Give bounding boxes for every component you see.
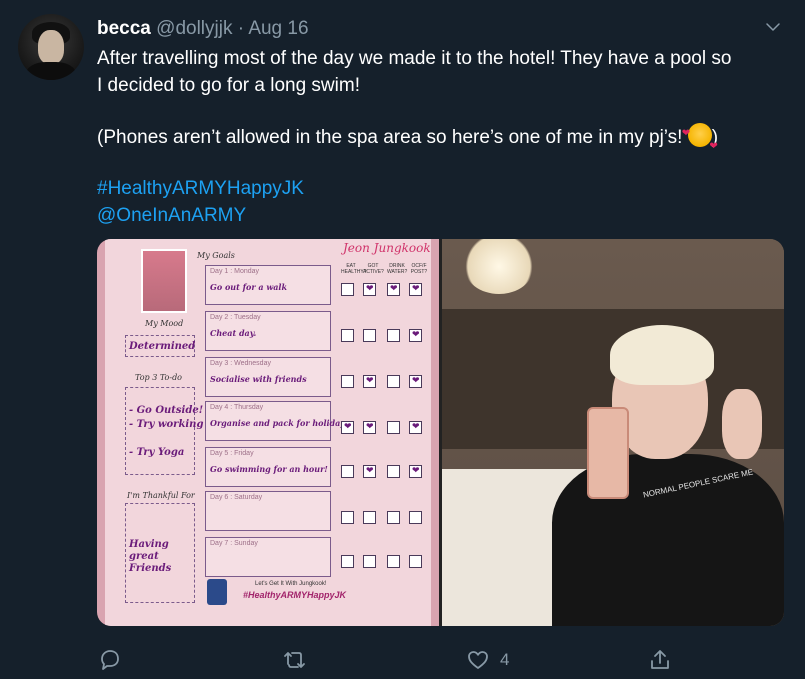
my-goals-label: My Goals (197, 251, 235, 260)
person-hair (610, 325, 714, 385)
day-label: Day 1 : Monday (210, 268, 260, 275)
tracker-title: Jeon Jungkook (343, 241, 431, 255)
tracker-checkbox (409, 465, 422, 478)
tweet-line-3: (Phones aren’t allowed in the spa area s… (97, 120, 792, 160)
mood-text: Determined (129, 341, 196, 352)
hashtag-link[interactable]: #HealthyARMYHappyJK (97, 178, 304, 199)
user-handle[interactable]: @dollyjjk (156, 18, 232, 39)
day-label: Day 5 : Friday (210, 450, 254, 457)
retweet-icon[interactable] (283, 648, 307, 672)
day-row: Day 2 : Tuesday Cheat day. (205, 311, 331, 351)
thankful-label: I'm Thankful For (127, 491, 195, 500)
tracker-sheet: Jeon Jungkook EAT HEALTHY? GOT ACTIVE? D… (105, 239, 431, 626)
ceiling-lamp (464, 239, 534, 294)
day-label: Day 6 : Saturday (210, 494, 263, 501)
tracker-checkbox (409, 329, 422, 342)
media-image-tracker[interactable]: Jeon Jungkook EAT HEALTHY? GOT ACTIVE? D… (97, 239, 439, 626)
tracker-checkbox (363, 421, 376, 434)
thankful-text: Having great Friends (129, 539, 172, 574)
tracker-checkbox (409, 375, 422, 388)
col-head-2: GOT ACTIVE? (363, 263, 384, 275)
tracker-checkbox (363, 465, 376, 478)
chevron-down-icon[interactable] (764, 18, 782, 36)
tweet-line-2: I decided to go for a long swim! (97, 75, 360, 96)
heart-icon[interactable] (466, 648, 490, 672)
tracker-checkbox (387, 511, 400, 524)
mention-link[interactable]: @OneInAnARMY (97, 205, 246, 226)
tracker-checkbox (341, 329, 354, 342)
day-row: Day 6 : Saturday (205, 491, 331, 531)
day-label: Day 7 : Sunday (210, 540, 258, 547)
tracker-checkbox (409, 421, 422, 434)
tracker-checkbox (409, 283, 422, 296)
tweet-date[interactable]: Aug 16 (248, 18, 308, 39)
reply-icon[interactable] (98, 648, 122, 672)
day-row: Day 7 : Sunday (205, 537, 331, 577)
share-icon[interactable] (648, 648, 672, 672)
avatar[interactable] (18, 14, 84, 80)
col-head-4: OCF/F POST? (410, 263, 428, 275)
tracker-checkbox (363, 555, 376, 568)
day-row: Day 5 : Friday Go swimming for an hour! (205, 447, 331, 487)
tracker-checkbox (341, 465, 354, 478)
one-in-an-army-logo (207, 579, 227, 605)
tracker-checkbox (409, 555, 422, 568)
top3-item-3: - Try Yoga (129, 447, 185, 458)
media-grid: Jeon Jungkook EAT HEALTHY? GOT ACTIVE? D… (97, 239, 784, 626)
like-count: 4 (500, 650, 510, 669)
separator-dot: · (237, 18, 245, 39)
day-row: Day 3 : Wednesday Socialise with friends (205, 357, 331, 397)
tracker-checkbox (387, 555, 400, 568)
peace-sign-hand (722, 389, 762, 459)
day-entry: Socialise with friends (210, 374, 307, 384)
day-label: Day 4 : Thursday (210, 404, 264, 411)
tracker-checkbox (363, 283, 376, 296)
day-label: Day 3 : Wednesday (210, 360, 271, 367)
tracker-checkbox (341, 283, 354, 296)
tracker-footer-tag: #HealthyARMYHappyJK (243, 590, 347, 600)
avatar-shirt (26, 62, 76, 80)
tweet-text: After travelling most of the day we made… (97, 45, 792, 229)
media-image-selfie[interactable]: NORMAL PEOPLE SCARE ME (442, 239, 784, 626)
top3-item-1: - Go Outside! (129, 405, 204, 416)
tracker-checkbox (363, 511, 376, 524)
tweet-header: becca @dollyjjk · Aug 16 (97, 17, 309, 41)
display-name[interactable]: becca (97, 18, 151, 39)
tracker-checkbox (341, 555, 354, 568)
tracker-checkbox (341, 375, 354, 388)
day-entry: Cheat day. (210, 328, 257, 338)
day-row: Day 4 : Thursday Organise and pack for h… (205, 401, 345, 441)
tracker-checkbox (363, 375, 376, 388)
tracker-checkbox (341, 511, 354, 524)
day-label: Day 2 : Tuesday (210, 314, 261, 321)
tracker-checkbox (387, 465, 400, 478)
tracker-checkbox (363, 329, 376, 342)
tracker-checkbox (387, 421, 400, 434)
col-head-1: EAT HEALTHY? (341, 263, 367, 275)
col-head-3: DRINK WATER? (387, 263, 408, 275)
tracker-footer-text: Let's Get It With Jungkook! (255, 581, 327, 587)
day-entry: Go out for a walk (210, 282, 287, 292)
tracker-checkbox (387, 329, 400, 342)
smiling-face-with-hearts-icon (682, 120, 718, 160)
tracker-checkbox (341, 421, 354, 434)
tracker-photo (141, 249, 187, 313)
tweet-line-1: After travelling most of the day we made… (97, 48, 732, 69)
phone (587, 407, 629, 499)
avatar-face (38, 30, 64, 64)
top3-box (125, 387, 195, 475)
tweet-line-3-text: (Phones aren’t allowed in the spa area s… (97, 127, 683, 148)
my-mood-label: My Mood (145, 319, 184, 328)
tracker-checkbox (387, 375, 400, 388)
day-entry: Go swimming for an hour! (210, 464, 328, 474)
tracker-checkbox (409, 511, 422, 524)
day-entry: Organise and pack for holiday (210, 418, 345, 428)
day-row: Day 1 : Monday Go out for a walk (205, 265, 331, 305)
tweet-actions: 4 (0, 640, 805, 679)
tracker-checkbox (387, 283, 400, 296)
top3-label: Top 3 To-do (135, 373, 182, 382)
